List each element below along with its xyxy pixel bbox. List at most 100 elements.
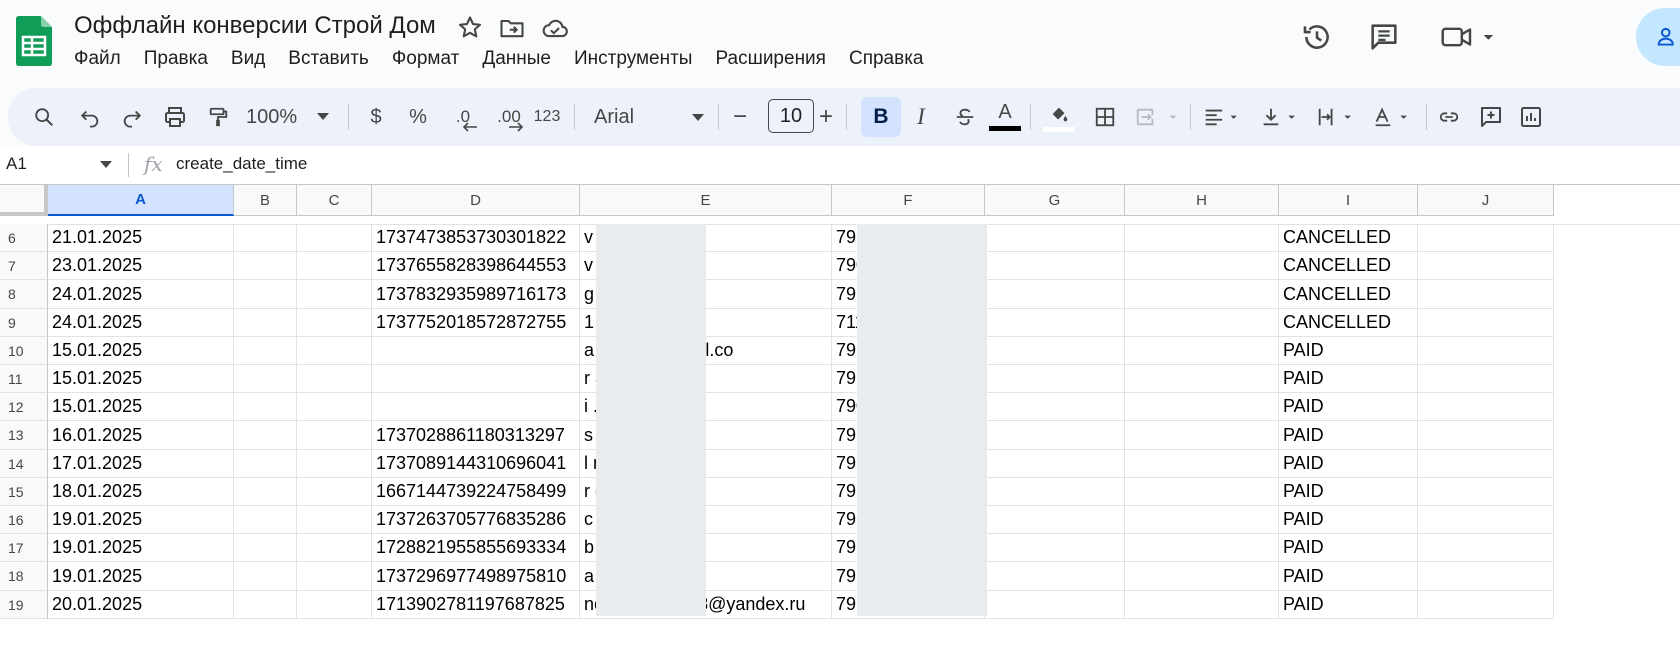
cell-d[interactable] (372, 393, 580, 421)
print-icon[interactable] (160, 88, 190, 146)
cell-b[interactable] (234, 591, 297, 619)
cell-a[interactable]: 19.01.2025 (48, 562, 234, 591)
cell-j[interactable] (1418, 224, 1554, 252)
cell-g[interactable] (985, 224, 1125, 252)
cell-i[interactable]: PAID (1279, 562, 1418, 591)
zoom-select[interactable]: 100% (246, 88, 346, 146)
move-to-folder-icon[interactable] (498, 14, 526, 42)
menu-insert[interactable]: Вставить (288, 48, 369, 72)
cell-a[interactable]: 21.01.2025 (48, 224, 234, 252)
column-header-i[interactable]: I (1279, 185, 1418, 216)
italic-button[interactable]: I (906, 88, 936, 146)
cell-i[interactable]: PAID (1279, 393, 1418, 421)
insert-comment-button[interactable] (1476, 88, 1506, 146)
cell-c[interactable] (297, 337, 372, 365)
cell-i[interactable]: PAID (1279, 450, 1418, 478)
cell-b[interactable] (234, 365, 297, 393)
borders-button[interactable] (1090, 88, 1120, 146)
name-box-chevron-down-icon[interactable] (100, 161, 112, 169)
text-wrapping-button[interactable] (1314, 88, 1362, 146)
cell-g[interactable] (985, 534, 1125, 562)
share-button[interactable] (1636, 8, 1680, 66)
cell-a[interactable]: 15.01.2025 (48, 365, 234, 393)
cell-j[interactable] (1418, 393, 1554, 421)
row-header[interactable]: 15 (0, 478, 48, 506)
cell-i[interactable]: PAID (1279, 421, 1418, 450)
cell-j[interactable] (1418, 534, 1554, 562)
cell-g[interactable] (985, 450, 1125, 478)
row-header[interactable]: 17 (0, 534, 48, 562)
cell-a[interactable]: 15.01.2025 (48, 393, 234, 421)
row-header[interactable]: 11 (0, 365, 48, 393)
increase-decimal-button[interactable]: .00 (490, 88, 528, 146)
cell-c[interactable] (297, 393, 372, 421)
row-header[interactable]: 7 (0, 252, 48, 280)
row-header[interactable]: 13 (0, 421, 48, 450)
cell-h[interactable] (1125, 478, 1279, 506)
select-all-corner[interactable] (0, 185, 48, 216)
cell-d[interactable]: 1737752018572872755 (372, 309, 580, 337)
cell-c[interactable] (297, 506, 372, 534)
cell-i[interactable]: PAID (1279, 506, 1418, 534)
cell-i[interactable]: CANCELLED (1279, 252, 1418, 280)
horizontal-align-button[interactable] (1200, 88, 1248, 146)
cell-c[interactable] (297, 534, 372, 562)
cell-h[interactable] (1125, 562, 1279, 591)
cell-g[interactable] (985, 337, 1125, 365)
row-header[interactable]: 10 (0, 337, 48, 365)
column-header-a[interactable]: A (48, 185, 234, 216)
cell-c[interactable] (297, 562, 372, 591)
cell-g[interactable] (985, 478, 1125, 506)
menu-file[interactable]: Файл (74, 48, 121, 72)
row-header[interactable]: 9 (0, 309, 48, 337)
cell-i[interactable]: CANCELLED (1279, 309, 1418, 337)
cell-c[interactable] (297, 421, 372, 450)
cell-g[interactable] (985, 506, 1125, 534)
menu-tools[interactable]: Инструменты (574, 48, 692, 72)
cell-g[interactable] (985, 421, 1125, 450)
cell-d[interactable]: 1667144739224758499 (372, 478, 580, 506)
cell-j[interactable] (1418, 252, 1554, 280)
cell-d[interactable]: 1737832935989716173 (372, 280, 580, 309)
cell-i[interactable]: PAID (1279, 365, 1418, 393)
cell-d[interactable]: 1737089144310696041 (372, 450, 580, 478)
cell-j[interactable] (1418, 280, 1554, 309)
version-history-icon[interactable] (1300, 20, 1334, 54)
cell-j[interactable] (1418, 421, 1554, 450)
row-header[interactable]: 12 (0, 393, 48, 421)
undo-icon[interactable] (76, 88, 104, 146)
cell-a[interactable]: 16.01.2025 (48, 421, 234, 450)
strikethrough-button[interactable] (950, 88, 980, 146)
cell-b[interactable] (234, 280, 297, 309)
cell-c[interactable] (297, 591, 372, 619)
text-color-button[interactable]: A (988, 88, 1022, 146)
increase-font-size-button[interactable]: + (814, 88, 838, 146)
currency-format-button[interactable]: $ (364, 88, 388, 146)
cell-a[interactable]: 17.01.2025 (48, 450, 234, 478)
row-header[interactable]: 14 (0, 450, 48, 478)
bold-button[interactable]: B (861, 97, 901, 137)
cell-a[interactable]: 19.01.2025 (48, 534, 234, 562)
cell-i[interactable]: CANCELLED (1279, 224, 1418, 252)
row-header[interactable]: 18 (0, 562, 48, 591)
cell-d[interactable] (372, 365, 580, 393)
name-box[interactable]: A1 (6, 154, 27, 174)
cell-d[interactable]: 1737473853730301822 (372, 224, 580, 252)
cell-h[interactable] (1125, 365, 1279, 393)
text-rotation-button[interactable] (1370, 88, 1418, 146)
cell-g[interactable] (985, 393, 1125, 421)
cell-b[interactable] (234, 337, 297, 365)
cell-d[interactable]: 1737655828398644553 (372, 252, 580, 280)
cell-a[interactable]: 20.01.2025 (48, 591, 234, 619)
cell-g[interactable] (985, 280, 1125, 309)
column-header-j[interactable]: J (1418, 185, 1554, 216)
document-title[interactable]: Оффлайн конверсии Строй Дом (74, 12, 436, 40)
cell-i[interactable]: CANCELLED (1279, 280, 1418, 309)
cell-j[interactable] (1418, 478, 1554, 506)
cell-g[interactable] (985, 252, 1125, 280)
cell-c[interactable] (297, 309, 372, 337)
cell-b[interactable] (234, 534, 297, 562)
cell-h[interactable] (1125, 224, 1279, 252)
cell-j[interactable] (1418, 337, 1554, 365)
cell-h[interactable] (1125, 506, 1279, 534)
